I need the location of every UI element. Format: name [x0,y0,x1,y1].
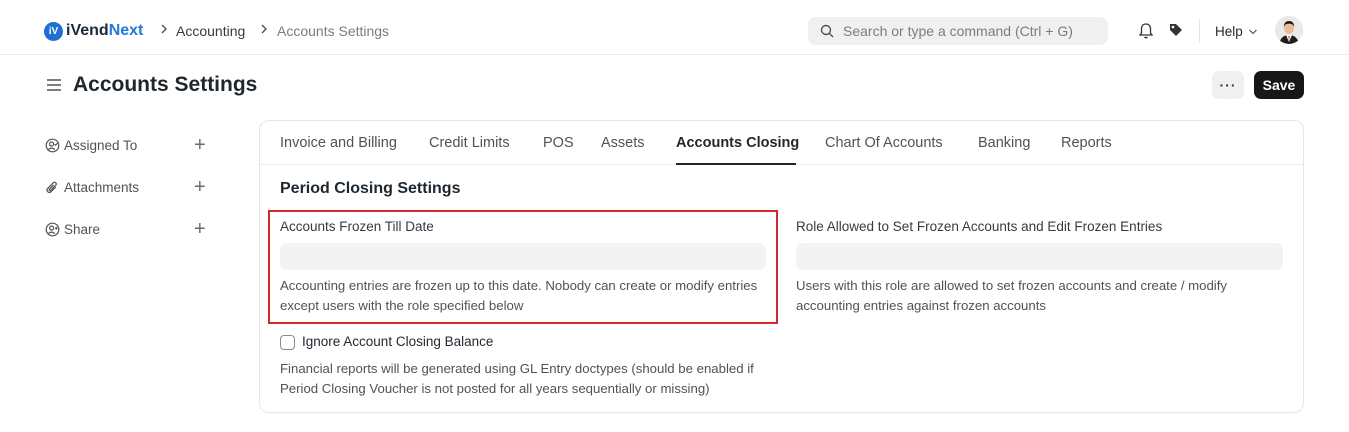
add-attachment-icon[interactable]: + [194,177,206,197]
sidebar-item-share[interactable]: Share + [44,219,214,239]
tab-assets[interactable]: Assets [601,135,645,151]
add-share-icon[interactable]: + [194,219,206,239]
sidebar-item-attachments[interactable]: Attachments + [44,177,214,197]
save-button[interactable]: Save [1254,71,1304,99]
frozen-role-label: Role Allowed to Set Frozen Accounts and … [796,219,1163,234]
brand-main: iVend [66,22,109,39]
help-label: Help [1215,24,1243,39]
section-title: Period Closing Settings [280,180,461,197]
sidebar-item-label: Share [64,221,101,237]
app-logo[interactable]: iV iVendNext [44,21,143,41]
sidebar-item-label: Attachments [64,179,140,195]
navbar-divider [1199,19,1200,43]
ignore-closing-checkbox[interactable] [280,335,295,350]
frozen-date-label: Accounts Frozen Till Date [280,219,434,234]
ignore-closing-description: Financial reports will be generated usin… [280,361,754,396]
breadcrumb-accounting[interactable]: Accounting [176,23,245,39]
share-user-icon [44,221,60,237]
search-placeholder: Search or type a command (Ctrl + G) [843,23,1073,39]
logo-text: iVendNext [66,22,143,40]
more-actions-button[interactable]: ··· [1212,71,1244,99]
tab-credit-limits[interactable]: Credit Limits [429,135,510,151]
tab-chart-of-accounts[interactable]: Chart Of Accounts [825,135,943,151]
search-input[interactable]: Search or type a command (Ctrl + G) [808,17,1108,45]
chevron-right-icon [159,22,169,38]
breadcrumb-accounts-settings[interactable]: Accounts Settings [277,23,389,39]
tab-accounts-closing[interactable]: Accounts Closing [676,135,799,151]
sidebar-item-label: Assigned To [64,137,138,153]
chevron-down-icon [1248,29,1257,34]
tab-banking[interactable]: Banking [978,135,1030,151]
tab-invoice-and-billing[interactable]: Invoice and Billing [280,135,397,151]
active-tab-indicator [676,163,796,165]
bell-icon[interactable] [1138,22,1154,45]
chevron-right-icon [259,22,269,38]
add-assignment-icon[interactable]: + [194,135,206,155]
settings-form-card: Invoice and Billing Credit Limits POS As… [259,120,1304,413]
settings-tabs: Invoice and Billing Credit Limits POS As… [260,121,1303,165]
sidebar-toggle-icon[interactable] [46,78,62,97]
paperclip-icon [44,179,60,195]
tab-reports[interactable]: Reports [1061,135,1112,151]
sidebar-item-assigned-to[interactable]: Assigned To + [44,135,214,155]
help-dropdown[interactable]: Help [1215,24,1258,39]
search-icon [820,24,834,38]
assign-user-icon [44,137,60,153]
frozen-role-description: Users with this role are allowed to set … [796,278,1227,313]
frozen-role-input[interactable] [796,243,1283,270]
brand-accent: Next [108,22,144,39]
frozen-date-description: Accounting entries are frozen up to this… [280,278,758,313]
page-title: Accounts Settings [73,73,258,96]
logo-mark-icon: iV [44,21,63,41]
tag-icon[interactable] [1168,22,1184,43]
ignore-closing-label[interactable]: Ignore Account Closing Balance [302,334,493,349]
frozen-date-input[interactable] [280,243,766,270]
tab-pos[interactable]: POS [543,135,574,151]
top-navbar: iV iVendNext Accounting Accounts Setting… [0,0,1349,55]
avatar[interactable] [1275,16,1303,44]
